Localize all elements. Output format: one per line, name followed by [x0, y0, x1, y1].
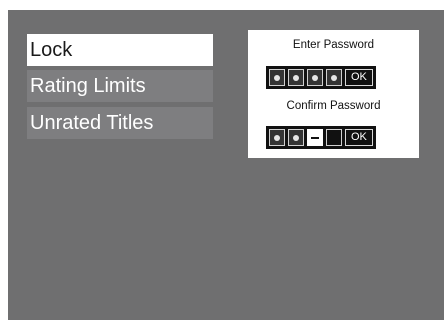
- confirm-digit-4: [326, 129, 342, 146]
- enter-digit-1: [269, 69, 285, 86]
- enter-ok-button[interactable]: OK: [345, 69, 373, 86]
- password-panel: Enter Password OK Confirm Password OK: [248, 30, 419, 158]
- confirm-ok-button[interactable]: OK: [345, 129, 373, 146]
- enter-password-label: Enter Password: [292, 39, 375, 51]
- menu-item-rating-limits[interactable]: Rating Limits: [27, 70, 213, 102]
- enter-digit-2: [288, 69, 304, 86]
- menu-item-lock[interactable]: Lock: [27, 34, 213, 66]
- tv-screen: Lock Rating Limits Unrated Titles Enter …: [8, 10, 444, 320]
- menu-item-unrated-titles[interactable]: Unrated Titles: [27, 107, 213, 139]
- confirm-digit-2: [288, 129, 304, 146]
- enter-digit-4: [326, 69, 342, 86]
- enter-digit-3: [307, 69, 323, 86]
- confirm-password-label: Confirm Password: [286, 100, 381, 112]
- confirm-digit-1: [269, 129, 285, 146]
- confirm-digit-cursor: [307, 129, 323, 146]
- enter-password-field[interactable]: OK: [266, 66, 376, 89]
- confirm-password-field[interactable]: OK: [266, 126, 376, 149]
